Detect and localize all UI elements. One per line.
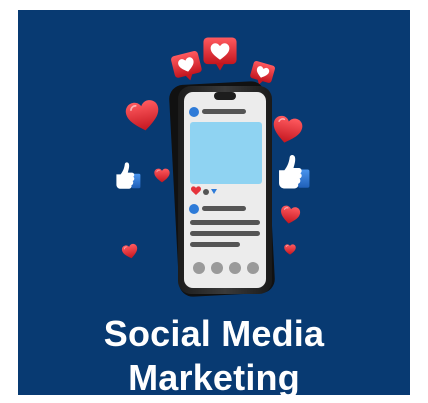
- phone-icon: [169, 81, 275, 297]
- title-line-1: Social Media: [103, 313, 325, 354]
- page-title: Social Media Marketing: [18, 312, 410, 395]
- banner-card: Social Media Marketing: [18, 10, 410, 395]
- title-line-2: Marketing: [128, 357, 300, 395]
